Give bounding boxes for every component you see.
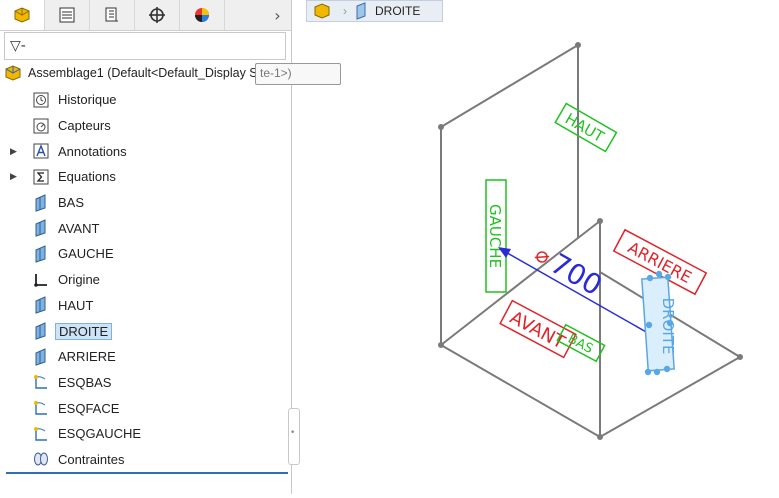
manager-tab-bar: › bbox=[0, 0, 291, 31]
tree-item-label: ESQGAUCHE bbox=[58, 426, 142, 442]
expand-arrow-icon[interactable]: ▶ bbox=[10, 171, 17, 182]
tree-item-annotations[interactable]: ▶ Annotations bbox=[0, 138, 291, 164]
haut-plane-label: HAUT bbox=[554, 102, 618, 153]
tree-item-label: ESQBAS bbox=[58, 374, 112, 390]
tooltip-text: te-1>) bbox=[260, 66, 292, 80]
configuration-manager-tab[interactable] bbox=[90, 0, 135, 30]
tree-item-label: DROITE bbox=[55, 322, 113, 340]
tree-item-origine[interactable]: Origine bbox=[0, 267, 291, 293]
tree-item-esqgauche[interactable]: ESQGAUCHE bbox=[0, 421, 291, 447]
appearance-sphere-icon bbox=[195, 8, 209, 22]
property-list-icon bbox=[59, 7, 75, 23]
mates-icon bbox=[32, 450, 50, 468]
annotation-icon bbox=[32, 142, 50, 160]
tree-item-label: Capteurs bbox=[58, 118, 111, 134]
tree-item-label: ESQFACE bbox=[58, 400, 120, 416]
sketch-icon bbox=[32, 399, 50, 417]
plane-icon bbox=[32, 219, 50, 237]
configuration-icon bbox=[105, 7, 118, 22]
tree-item-esqbas[interactable]: ESQBAS bbox=[0, 370, 291, 396]
breadcrumb-separator-icon: › bbox=[343, 4, 347, 18]
breadcrumb-plane-icon bbox=[356, 2, 366, 20]
tree-item-label: Annotations bbox=[58, 143, 127, 159]
model-view: HAUT GAUCHE ARRIERE AVANT BAS 700 DROITE bbox=[438, 42, 743, 440]
gauche-plane-label: GAUCHE bbox=[485, 179, 507, 293]
origin-icon bbox=[32, 271, 50, 289]
history-icon bbox=[32, 91, 50, 109]
tree-item-droite[interactable]: DROITE bbox=[0, 318, 291, 344]
expand-arrow-icon[interactable]: ▶ bbox=[10, 146, 17, 157]
graphics-viewport[interactable]: HAUT GAUCHE ARRIERE AVANT BAS 700 DROITE bbox=[292, 22, 779, 494]
tree-item-capteurs[interactable]: Capteurs bbox=[0, 113, 291, 139]
tree-item-label: Origine bbox=[58, 272, 100, 288]
tree-item-label: Contraintes bbox=[58, 451, 125, 467]
svg-text:DROITE: DROITE bbox=[659, 298, 677, 355]
plane-icon bbox=[32, 193, 50, 212]
tree-item-haut[interactable]: HAUT bbox=[0, 293, 291, 319]
droite-plane-label[interactable]: DROITE bbox=[641, 270, 677, 376]
tree-item-label: GAUCHE bbox=[58, 246, 114, 262]
tree-item-historique[interactable]: Historique bbox=[0, 87, 291, 113]
breadcrumb-assembly-icon bbox=[314, 3, 330, 19]
plane-icon bbox=[32, 347, 50, 366]
tree-item-label: Equations bbox=[58, 169, 116, 185]
feature-tree: Historique Capteurs ▶ Annotations ▶ Equations… bbox=[0, 87, 291, 472]
feature-manager-tab[interactable] bbox=[0, 0, 45, 30]
plane-icon bbox=[32, 296, 50, 315]
tree-item-label: BAS bbox=[58, 195, 85, 211]
property-manager-tab[interactable] bbox=[45, 0, 90, 30]
breadcrumb[interactable]: › DROITE bbox=[306, 0, 443, 22]
assembly-root-icon bbox=[5, 65, 21, 81]
tree-item-esqface[interactable]: ESQFACE bbox=[0, 395, 291, 421]
tree-root-label: Assemblage1 (Default<Default_Display Sta bbox=[28, 66, 269, 80]
tree-item-label: HAUT bbox=[58, 297, 94, 313]
tree-item-contraintes[interactable]: Contraintes bbox=[0, 447, 291, 473]
haut-plane-edges bbox=[440, 43, 579, 238]
svg-text:GAUCHE: GAUCHE bbox=[486, 204, 504, 268]
tree-item-equations[interactable]: ▶ Equations bbox=[0, 164, 291, 190]
svg-text:HAUT: HAUT bbox=[562, 110, 608, 147]
dimxpert-tab[interactable] bbox=[135, 0, 180, 30]
tree-item-avant[interactable]: AVANT bbox=[0, 215, 291, 241]
tree-item-label: ARRIERE bbox=[58, 349, 116, 365]
tree-item-arriere[interactable]: ARRIERE bbox=[0, 344, 291, 370]
tree-filter-input[interactable]: ▽- bbox=[4, 32, 286, 60]
display-manager-tab[interactable] bbox=[180, 0, 225, 30]
feature-tree-panel: › ▽- Assemblage1 (Default<Default_Displa… bbox=[0, 0, 341, 494]
tree-bottom-divider bbox=[6, 472, 288, 474]
filter-funnel-icon: ▽- bbox=[10, 38, 26, 54]
plane-icon bbox=[32, 245, 50, 263]
assembly-icon bbox=[14, 7, 30, 23]
breadcrumb-item: DROITE bbox=[375, 4, 421, 18]
tree-item-gauche[interactable]: GAUCHE bbox=[0, 241, 291, 267]
tree-item-bas[interactable]: BAS bbox=[0, 190, 291, 216]
sketch-icon bbox=[32, 425, 50, 443]
tree-item-label: Historique bbox=[58, 92, 117, 108]
avant-plane-label: AVANT bbox=[499, 299, 577, 359]
tabs-more-chevron-icon[interactable]: › bbox=[264, 0, 291, 30]
equation-icon bbox=[32, 168, 50, 186]
dimension-value: 700 bbox=[545, 247, 608, 302]
tree-item-label: AVANT bbox=[58, 220, 100, 236]
crosshair-icon bbox=[149, 7, 165, 23]
sensor-icon bbox=[32, 117, 50, 135]
sketch-icon bbox=[32, 373, 50, 391]
plane-icon bbox=[32, 322, 50, 340]
